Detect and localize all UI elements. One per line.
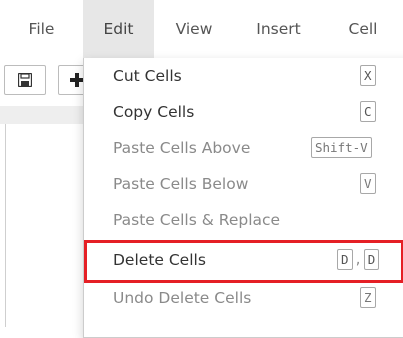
menu-item-paste-cells-below[interactable]: Paste Cells Below V [84,166,403,202]
menu-item-label: Paste Cells Below [113,175,249,193]
menu-view[interactable]: View [154,0,234,58]
shortcut-key: X [360,65,376,86]
shortcut: D,D [337,249,380,270]
save-button[interactable] [4,65,46,95]
menu-item-label: Cut Cells [113,67,182,85]
menu-file[interactable]: File [0,0,83,58]
menu-cell[interactable]: Cell [323,0,403,58]
shortcut-key: D [363,249,380,270]
menu-item-cut-cells[interactable]: Cut Cells X [84,58,403,94]
menu-item-label: Copy Cells [113,103,195,121]
edit-dropdown-menu: Cut Cells X Copy Cells C Paste Cells Abo… [83,58,403,338]
shortcut-key: Z [360,287,376,308]
shortcut-key: D [337,249,353,270]
menu-item-copy-cells[interactable]: Copy Cells C [84,94,403,130]
shortcut: Z [360,287,376,308]
menu-item-undo-delete-cells[interactable]: Undo Delete Cells Z [84,280,403,316]
shortcut: V [360,173,376,194]
shortcut-separator: , [354,253,362,267]
shortcut: X [360,65,376,86]
menu-item-paste-cells-replace[interactable]: Paste Cells & Replace [84,202,403,238]
shortcut-key: C [360,101,376,122]
shortcut: C [360,101,376,122]
menu-item-label: Paste Cells Above [113,139,251,157]
menu-item-paste-cells-above[interactable]: Paste Cells Above Shift-V [84,130,403,166]
menu-item-label: Undo Delete Cells [113,289,252,307]
menu-item-label: Paste Cells & Replace [113,211,281,229]
menu-item-label: Delete Cells [113,251,206,269]
shortcut-key: V [360,173,376,194]
notebook-left-border [5,124,6,327]
floppy-disk-icon [18,73,32,87]
menu-bar: File Edit View Insert Cell [0,0,403,58]
menu-item-delete-cells[interactable]: Delete Cells D,D [84,242,403,278]
shortcut: Shift-V [311,137,372,158]
plus-icon [70,73,84,87]
shortcut-key: Shift-V [311,137,372,158]
menu-insert[interactable]: Insert [234,0,323,58]
menu-edit[interactable]: Edit [83,0,154,58]
